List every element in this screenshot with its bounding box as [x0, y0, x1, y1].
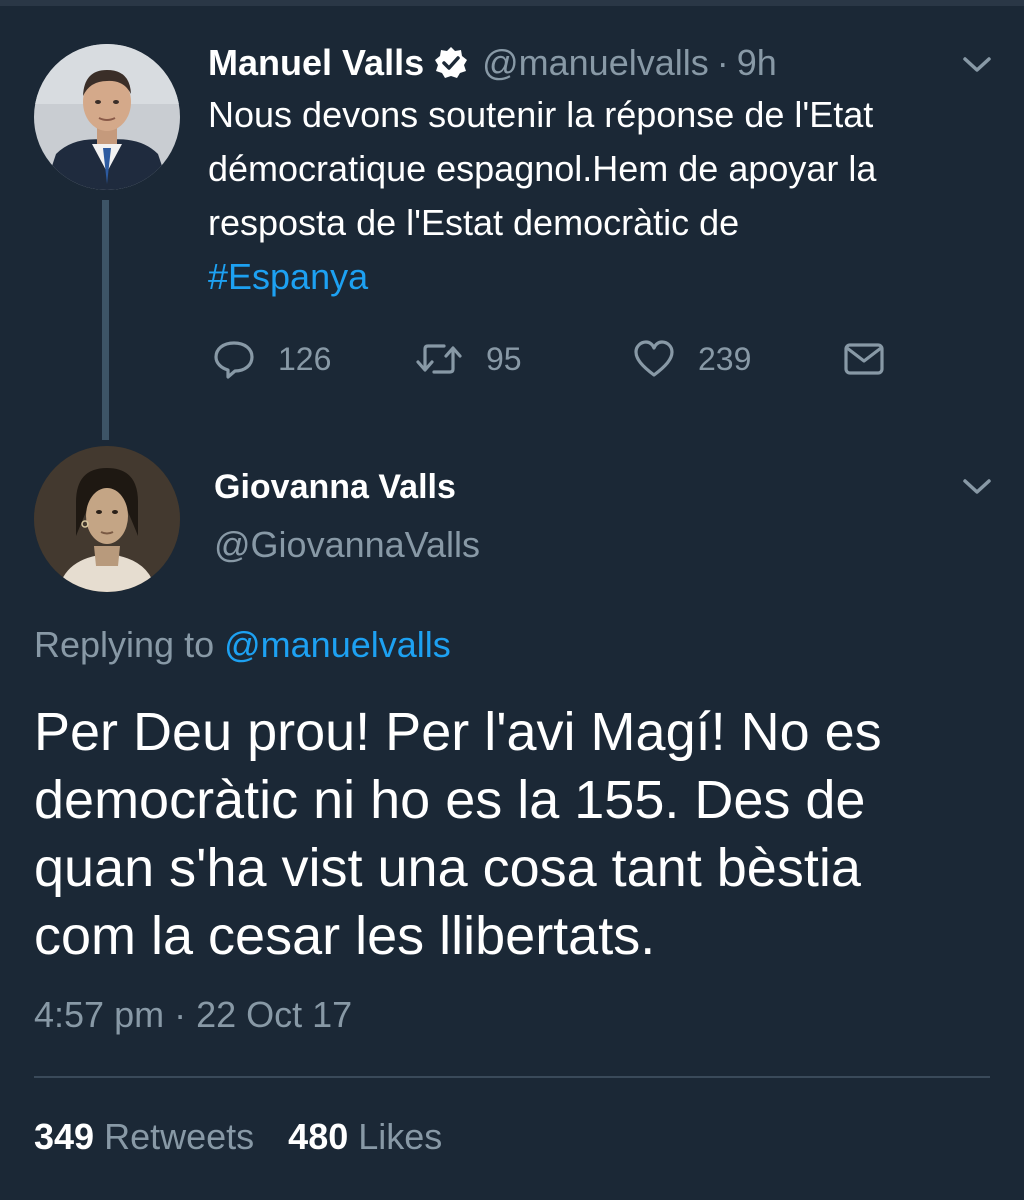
tweet-text-line: Per Deu prou! Per l'avi Magí! No es	[34, 702, 882, 762]
reply-icon	[212, 339, 256, 379]
retweets-count: 349	[34, 1116, 95, 1157]
like-icon	[632, 339, 676, 379]
reply-button[interactable]: 126	[212, 334, 331, 384]
chevron-down-icon[interactable]	[960, 54, 994, 76]
likes-stat[interactable]: 480 Likes	[288, 1116, 442, 1157]
tweet-text-line: Nous devons soutenir la réponse de l'Eta…	[208, 94, 874, 135]
verified-badge-icon	[434, 46, 468, 80]
like-count: 239	[698, 340, 752, 377]
tweet-text-line: com la cesar les llibertats.	[34, 906, 656, 966]
retweets-label: Retweets	[104, 1116, 255, 1157]
tweet-detail-page: Manuel Valls @manuelvalls · 9h Nous devo…	[0, 0, 1024, 1200]
divider	[34, 1076, 990, 1078]
tweet-timestamp[interactable]: 4:57 pm · 22 Oct 17	[34, 994, 352, 1036]
likes-count: 480	[288, 1116, 349, 1157]
chevron-down-icon[interactable]	[960, 476, 994, 498]
header-separator: ·	[716, 42, 729, 83]
author-name[interactable]: Giovanna Valls	[214, 468, 456, 507]
tweet-stats: 349 Retweets 480 Likes	[34, 1116, 442, 1158]
tweet-actions: 126 95 239	[208, 334, 908, 384]
direct-message-button[interactable]	[842, 334, 886, 384]
author-handle[interactable]: @manuelvalls	[482, 42, 709, 84]
retweets-stat[interactable]: 349 Retweets	[34, 1116, 254, 1157]
tweet-time[interactable]: 9h	[737, 42, 777, 84]
top-divider	[0, 0, 1024, 6]
tweet-text-line: démocratique espagnol.Hem de apoyar la	[208, 148, 877, 189]
likes-label: Likes	[358, 1116, 443, 1157]
reply-count: 126	[278, 340, 332, 377]
replying-to: Replying to @manuelvalls	[34, 624, 451, 666]
tweet-text-line: resposta de l'Estat democràtic de	[208, 202, 740, 243]
retweet-count: 95	[486, 340, 522, 377]
author-handle[interactable]: @GiovannaValls	[214, 524, 480, 566]
replying-to-label: Replying to	[34, 624, 215, 665]
direct-message-icon	[842, 339, 886, 379]
like-button[interactable]: 239	[632, 334, 751, 384]
tweet-text: Nous devons soutenir la réponse de l'Eta…	[208, 88, 998, 304]
avatar-giovanna-valls[interactable]	[34, 446, 180, 592]
tweet-text: Per Deu prou! Per l'avi Magí! No es demo…	[34, 698, 994, 970]
retweet-icon	[414, 339, 464, 379]
tweet-text-line: democràtic ni ho es la 155. Des de	[34, 770, 866, 830]
hashtag-link[interactable]: #Espanya	[208, 250, 998, 304]
mention-link[interactable]: @manuelvalls	[224, 624, 451, 665]
author-name[interactable]: Manuel Valls	[208, 42, 424, 84]
tweet-header: Manuel Valls @manuelvalls · 9h	[208, 40, 777, 86]
avatar-manuel-valls[interactable]	[34, 44, 180, 190]
retweet-button[interactable]: 95	[414, 334, 522, 384]
tweet-text-line: quan s'ha vist una cosa tant bèstia	[34, 838, 861, 898]
thread-connector-line	[102, 200, 109, 440]
